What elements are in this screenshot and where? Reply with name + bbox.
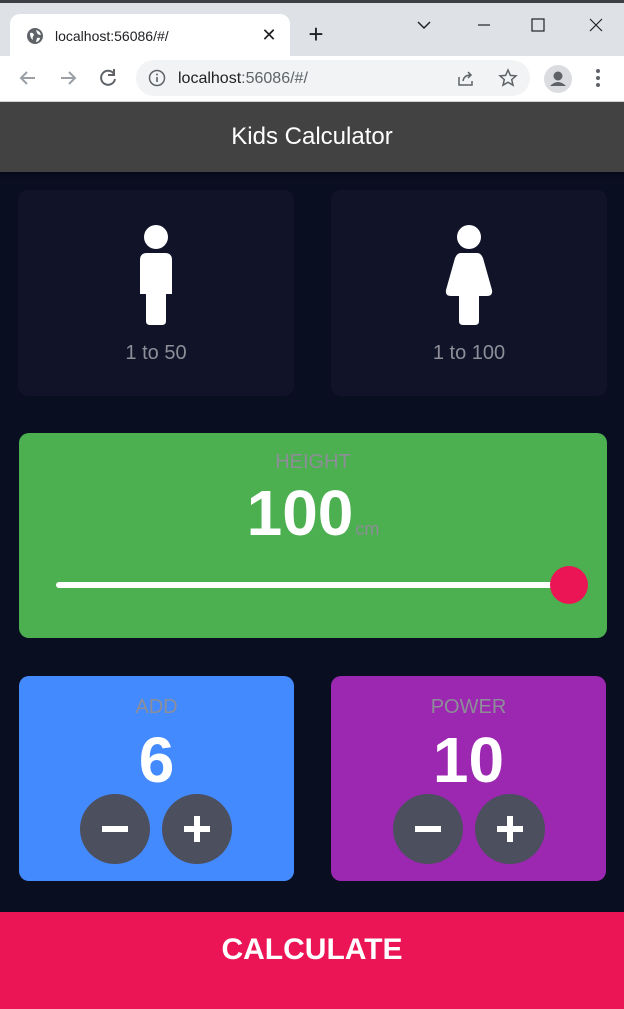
close-window-icon[interactable] — [584, 13, 608, 37]
add-card: ADD 6 — [19, 676, 294, 881]
browser-tab[interactable]: localhost:56086/#/ ✕ — [10, 14, 290, 59]
calculate-button[interactable]: CALCULATE — [0, 912, 624, 1009]
height-slider-track[interactable] — [56, 582, 570, 588]
power-label: POWER — [430, 696, 507, 718]
power-card: POWER 10 — [331, 676, 606, 881]
height-card: HEIGHT 100 cm — [19, 433, 607, 638]
forward-icon[interactable] — [56, 66, 80, 90]
calculate-label: CALCULATE — [221, 933, 403, 966]
height-value-row: 100 cm — [19, 481, 607, 545]
globe-icon — [27, 28, 43, 44]
app-title: Kids Calculator — [231, 123, 393, 150]
tab-close-icon[interactable]: ✕ — [260, 24, 278, 46]
minus-icon — [415, 826, 441, 832]
power-plus-button[interactable] — [475, 794, 545, 864]
add-value: 6 — [138, 724, 175, 796]
new-tab-plus-icon[interactable]: + — [304, 21, 328, 47]
height-label: HEIGHT — [275, 451, 351, 473]
plus-icon — [497, 816, 523, 842]
info-icon[interactable] — [148, 69, 166, 87]
female-icon — [445, 225, 493, 325]
chevron-down-icon[interactable] — [412, 13, 436, 37]
range-card-1-to-50[interactable]: 1 to 50 — [18, 190, 294, 396]
maximize-icon[interactable] — [526, 13, 550, 37]
browser-toolbar: localhost:56086/#/ — [0, 56, 624, 102]
plus-icon — [184, 816, 210, 842]
add-plus-button[interactable] — [162, 794, 232, 864]
range-card-1-to-100[interactable]: 1 to 100 — [331, 190, 607, 396]
height-unit: cm — [355, 519, 380, 539]
male-icon — [140, 225, 172, 325]
add-minus-button[interactable] — [80, 794, 150, 864]
more-vert-icon[interactable] — [588, 66, 608, 90]
reload-icon[interactable] — [96, 66, 120, 90]
back-icon[interactable] — [16, 66, 40, 90]
height-value: 100 — [246, 477, 354, 549]
star-icon[interactable] — [498, 68, 518, 88]
minimize-icon[interactable] — [472, 13, 496, 37]
address-bar[interactable]: localhost:56086/#/ — [136, 60, 530, 96]
url-host: localhost — [178, 70, 242, 87]
browser-tab-bar: localhost:56086/#/ ✕ + — [0, 0, 624, 59]
minus-icon — [102, 826, 128, 832]
share-icon[interactable] — [456, 68, 476, 88]
add-label: ADD — [135, 696, 178, 718]
tab-title: localhost:56086/#/ — [55, 28, 169, 44]
url-text: localhost:56086/#/ — [178, 70, 308, 88]
app-bar: Kids Calculator — [0, 102, 624, 172]
range-label: 1 to 100 — [432, 342, 506, 364]
range-label: 1 to 50 — [125, 342, 187, 364]
profile-icon[interactable] — [544, 65, 572, 93]
height-slider-thumb[interactable] — [550, 566, 588, 604]
power-value: 10 — [432, 724, 505, 796]
url-path: :56086/#/ — [241, 70, 308, 87]
power-minus-button[interactable] — [393, 794, 463, 864]
